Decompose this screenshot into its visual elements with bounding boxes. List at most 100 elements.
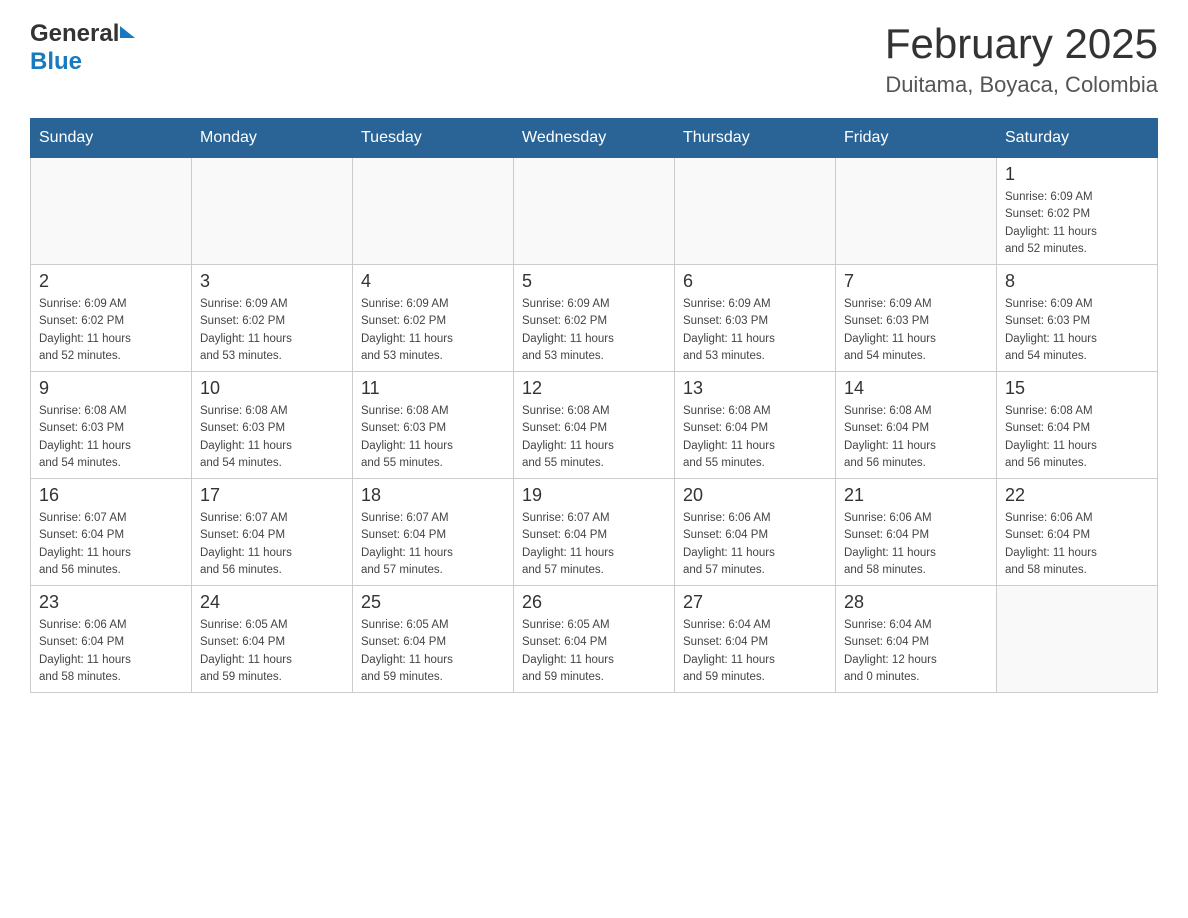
- calendar-cell: 20 Sunrise: 6:06 AMSunset: 6:04 PMDayligh…: [675, 479, 836, 586]
- calendar-cell: 25 Sunrise: 6:05 AMSunset: 6:04 PMDayligh…: [353, 586, 514, 693]
- calendar-week-row: 23 Sunrise: 6:06 AMSunset: 6:04 PMDayligh…: [31, 586, 1158, 693]
- calendar-cell: [836, 158, 997, 265]
- header-thursday: Thursday: [675, 119, 836, 158]
- calendar-cell: [514, 158, 675, 265]
- day-number: 11: [361, 378, 505, 399]
- calendar-header-row: Sunday Monday Tuesday Wednesday Thursday…: [31, 119, 1158, 158]
- calendar-cell: 23 Sunrise: 6:06 AMSunset: 6:04 PMDayligh…: [31, 586, 192, 693]
- day-info: Sunrise: 6:04 AMSunset: 6:04 PMDaylight:…: [683, 617, 827, 686]
- calendar-cell: 28 Sunrise: 6:04 AMSunset: 6:04 PMDayligh…: [836, 586, 997, 693]
- day-number: 26: [522, 592, 666, 613]
- day-number: 21: [844, 485, 988, 506]
- calendar-subtitle: Duitama, Boyaca, Colombia: [885, 72, 1158, 98]
- day-info: Sunrise: 6:06 AMSunset: 6:04 PMDaylight:…: [39, 617, 183, 686]
- day-info: Sunrise: 6:09 AMSunset: 6:02 PMDaylight:…: [200, 296, 344, 365]
- day-info: Sunrise: 6:08 AMSunset: 6:03 PMDaylight:…: [200, 403, 344, 472]
- day-number: 6: [683, 271, 827, 292]
- calendar-week-row: 16 Sunrise: 6:07 AMSunset: 6:04 PMDayligh…: [31, 479, 1158, 586]
- day-info: Sunrise: 6:08 AMSunset: 6:04 PMDaylight:…: [1005, 403, 1149, 472]
- day-number: 10: [200, 378, 344, 399]
- header-saturday: Saturday: [997, 119, 1158, 158]
- logo-triangle-icon: [120, 26, 135, 38]
- day-number: 13: [683, 378, 827, 399]
- calendar-week-row: 2 Sunrise: 6:09 AMSunset: 6:02 PMDaylight…: [31, 265, 1158, 372]
- calendar-cell: 24 Sunrise: 6:05 AMSunset: 6:04 PMDayligh…: [192, 586, 353, 693]
- calendar-cell: 2 Sunrise: 6:09 AMSunset: 6:02 PMDaylight…: [31, 265, 192, 372]
- calendar-cell: 19Sunrise: 6:07 AMSunset: 6:04 PMDayligh…: [514, 479, 675, 586]
- day-info: Sunrise: 6:09 AMSunset: 6:03 PMDaylight:…: [683, 296, 827, 365]
- calendar-cell: 13 Sunrise: 6:08 AMSunset: 6:04 PMDayligh…: [675, 372, 836, 479]
- day-number: 12: [522, 378, 666, 399]
- day-info: Sunrise: 6:09 AMSunset: 6:03 PMDaylight:…: [844, 296, 988, 365]
- calendar-cell: 7 Sunrise: 6:09 AMSunset: 6:03 PMDaylight…: [836, 265, 997, 372]
- day-number: 2: [39, 271, 183, 292]
- logo-general-text: General: [30, 20, 119, 48]
- calendar-cell: 9Sunrise: 6:08 AMSunset: 6:03 PMDaylight…: [31, 372, 192, 479]
- day-info: Sunrise: 6:06 AMSunset: 6:04 PMDaylight:…: [1005, 510, 1149, 579]
- calendar-cell: 10 Sunrise: 6:08 AMSunset: 6:03 PMDayligh…: [192, 372, 353, 479]
- day-number: 8: [1005, 271, 1149, 292]
- page-header: General Blue February 2025 Duitama, Boya…: [30, 20, 1158, 98]
- calendar-table: Sunday Monday Tuesday Wednesday Thursday…: [30, 118, 1158, 693]
- calendar-week-row: 1 Sunrise: 6:09 AMSunset: 6:02 PMDaylight…: [31, 158, 1158, 265]
- day-number: 15: [1005, 378, 1149, 399]
- calendar-cell: [353, 158, 514, 265]
- calendar-cell: 8 Sunrise: 6:09 AMSunset: 6:03 PMDaylight…: [997, 265, 1158, 372]
- day-info: Sunrise: 6:09 AMSunset: 6:02 PMDaylight:…: [361, 296, 505, 365]
- day-info: Sunrise: 6:04 AMSunset: 6:04 PMDaylight:…: [844, 617, 988, 686]
- day-info: Sunrise: 6:08 AMSunset: 6:04 PMDaylight:…: [844, 403, 988, 472]
- calendar-cell: 27 Sunrise: 6:04 AMSunset: 6:04 PMDayligh…: [675, 586, 836, 693]
- day-number: 5: [522, 271, 666, 292]
- day-info: Sunrise: 6:08 AMSunset: 6:04 PMDaylight:…: [683, 403, 827, 472]
- calendar-cell: 18 Sunrise: 6:07 AMSunset: 6:04 PMDayligh…: [353, 479, 514, 586]
- day-number: 18: [361, 485, 505, 506]
- day-info: Sunrise: 6:07 AMSunset: 6:04 PMDaylight:…: [361, 510, 505, 579]
- calendar-cell: [675, 158, 836, 265]
- day-info: Sunrise: 6:05 AMSunset: 6:04 PMDaylight:…: [361, 617, 505, 686]
- day-info: Sunrise: 6:09 AMSunset: 6:03 PMDaylight:…: [1005, 296, 1149, 365]
- calendar-cell: 14 Sunrise: 6:08 AMSunset: 6:04 PMDayligh…: [836, 372, 997, 479]
- day-info: Sunrise: 6:08 AMSunset: 6:03 PMDaylight:…: [361, 403, 505, 472]
- day-info: Sunrise: 6:08 AMSunset: 6:04 PMDaylight:…: [522, 403, 666, 472]
- calendar-title-section: February 2025 Duitama, Boyaca, Colombia: [885, 20, 1158, 98]
- calendar-cell: 11 Sunrise: 6:08 AMSunset: 6:03 PMDayligh…: [353, 372, 514, 479]
- day-number: 22: [1005, 485, 1149, 506]
- day-number: 17: [200, 485, 344, 506]
- calendar-cell: 21Sunrise: 6:06 AMSunset: 6:04 PMDayligh…: [836, 479, 997, 586]
- calendar-cell: 22 Sunrise: 6:06 AMSunset: 6:04 PMDayligh…: [997, 479, 1158, 586]
- calendar-cell: 4 Sunrise: 6:09 AMSunset: 6:02 PMDaylight…: [353, 265, 514, 372]
- day-number: 20: [683, 485, 827, 506]
- header-wednesday: Wednesday: [514, 119, 675, 158]
- calendar-cell: 17Sunrise: 6:07 AMSunset: 6:04 PMDayligh…: [192, 479, 353, 586]
- day-number: 19: [522, 485, 666, 506]
- day-info: Sunrise: 6:09 AMSunset: 6:02 PMDaylight:…: [1005, 189, 1149, 258]
- header-friday: Friday: [836, 119, 997, 158]
- day-number: 25: [361, 592, 505, 613]
- calendar-cell: [192, 158, 353, 265]
- day-number: 14: [844, 378, 988, 399]
- calendar-cell: 15 Sunrise: 6:08 AMSunset: 6:04 PMDayligh…: [997, 372, 1158, 479]
- header-sunday: Sunday: [31, 119, 192, 158]
- calendar-title: February 2025: [885, 20, 1158, 68]
- day-number: 23: [39, 592, 183, 613]
- header-monday: Monday: [192, 119, 353, 158]
- calendar-cell: 16Sunrise: 6:07 AMSunset: 6:04 PMDayligh…: [31, 479, 192, 586]
- header-tuesday: Tuesday: [353, 119, 514, 158]
- day-info: Sunrise: 6:09 AMSunset: 6:02 PMDaylight:…: [39, 296, 183, 365]
- day-number: 4: [361, 271, 505, 292]
- day-number: 27: [683, 592, 827, 613]
- day-number: 7: [844, 271, 988, 292]
- day-info: Sunrise: 6:09 AMSunset: 6:02 PMDaylight:…: [522, 296, 666, 365]
- day-number: 28: [844, 592, 988, 613]
- day-number: 1: [1005, 164, 1149, 185]
- calendar-week-row: 9Sunrise: 6:08 AMSunset: 6:03 PMDaylight…: [31, 372, 1158, 479]
- calendar-cell: 12 Sunrise: 6:08 AMSunset: 6:04 PMDayligh…: [514, 372, 675, 479]
- day-number: 24: [200, 592, 344, 613]
- day-info: Sunrise: 6:08 AMSunset: 6:03 PMDaylight:…: [39, 403, 183, 472]
- logo-blue-text: Blue: [30, 48, 82, 75]
- calendar-cell: 5 Sunrise: 6:09 AMSunset: 6:02 PMDaylight…: [514, 265, 675, 372]
- calendar-cell: 1 Sunrise: 6:09 AMSunset: 6:02 PMDaylight…: [997, 158, 1158, 265]
- day-info: Sunrise: 6:05 AMSunset: 6:04 PMDaylight:…: [200, 617, 344, 686]
- day-info: Sunrise: 6:06 AMSunset: 6:04 PMDaylight:…: [683, 510, 827, 579]
- day-number: 16: [39, 485, 183, 506]
